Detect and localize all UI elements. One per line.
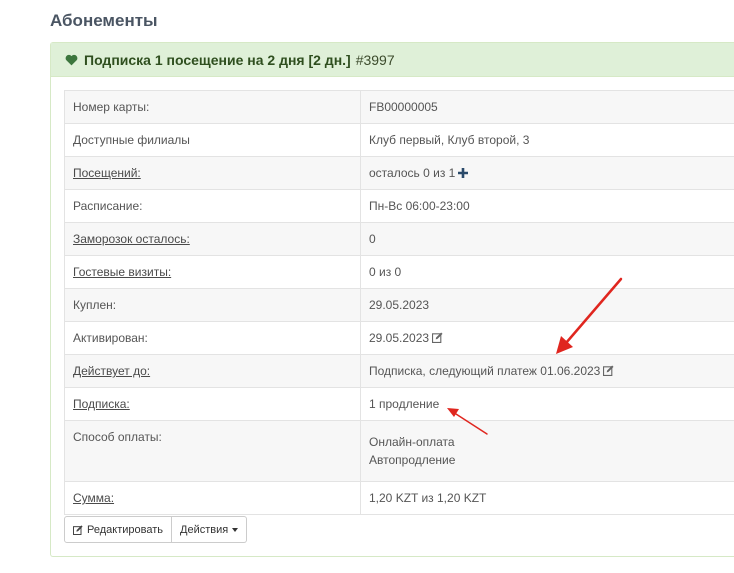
purchased-value: 29.05.2023 bbox=[360, 288, 734, 322]
edit-icon[interactable] bbox=[603, 365, 614, 376]
payment-method-line2: Автопродление bbox=[369, 453, 456, 467]
subscription-value: 1 продление bbox=[360, 387, 734, 421]
payment-method-label: Способ оплаты: bbox=[64, 420, 361, 482]
guest-visits-label-cell: Гостевые визиты: bbox=[64, 255, 361, 289]
table-row: Способ оплаты: Онлайн-оплата Автопродлен… bbox=[64, 420, 734, 482]
edit-icon[interactable] bbox=[432, 332, 443, 343]
edit-button[interactable]: Редактировать bbox=[64, 516, 172, 543]
table-row: Посещений: осталось 0 из 1 bbox=[64, 156, 734, 190]
table-row: Подписка: 1 продление bbox=[64, 387, 734, 421]
payment-method-line1: Онлайн-оплата bbox=[369, 435, 455, 449]
valid-until-value: Подписка, следующий платеж 01.06.2023 bbox=[369, 364, 601, 378]
purchased-label: Куплен: bbox=[64, 288, 361, 322]
freezes-label-cell: Заморозок осталось: bbox=[64, 222, 361, 256]
payment-method-value: Онлайн-оплата Автопродление bbox=[360, 420, 734, 482]
subscription-label-cell: Подписка: bbox=[64, 387, 361, 421]
guest-visits-value: 0 из 0 bbox=[360, 255, 734, 289]
card-number-label: Номер карты: bbox=[64, 90, 361, 124]
heart-icon bbox=[65, 54, 78, 65]
activated-value-cell: 29.05.2023 bbox=[360, 321, 734, 355]
valid-until-value-cell: Подписка, следующий платеж 01.06.2023 bbox=[360, 354, 734, 388]
activated-label: Активирован: bbox=[64, 321, 361, 355]
edit-icon bbox=[73, 524, 83, 535]
schedule-value: Пн-Вс 06:00-23:00 bbox=[360, 189, 734, 223]
visits-value: осталось 0 из 1 bbox=[369, 166, 456, 180]
card-number-value: FB00000005 bbox=[360, 90, 734, 124]
amount-label-cell: Сумма: bbox=[64, 481, 361, 515]
action-button-group: Редактировать Действия bbox=[64, 516, 248, 543]
table-row: Гостевые визиты: 0 из 0 bbox=[64, 255, 734, 289]
activated-value: 29.05.2023 bbox=[369, 331, 430, 345]
chevron-down-icon bbox=[232, 527, 239, 532]
panel-heading-title: Подписка 1 посещение на 2 дня [2 дн.] bbox=[84, 51, 351, 68]
amount-link[interactable]: Сумма: bbox=[73, 491, 114, 505]
details-table-wrap: Номер карты: FB00000005 Доступные филиал… bbox=[64, 90, 734, 515]
table-row: Активирован: 29.05.2023 bbox=[64, 321, 734, 355]
branches-label: Доступные филиалы bbox=[64, 123, 361, 157]
freezes-value: 0 bbox=[360, 222, 734, 256]
schedule-label: Расписание: bbox=[64, 189, 361, 223]
plus-icon[interactable] bbox=[458, 168, 469, 178]
table-row: Доступные филиалы Клуб первый, Клуб втор… bbox=[64, 123, 734, 157]
section-title: Абонементы bbox=[50, 11, 158, 30]
panel-heading: Подписка 1 посещение на 2 дня [2 дн.] #3… bbox=[51, 43, 734, 77]
table-row: Сумма: 1,20 KZT из 1,20 KZT bbox=[64, 481, 734, 515]
table-row: Номер карты: FB00000005 bbox=[64, 90, 734, 124]
table-row: Куплен: 29.05.2023 bbox=[64, 288, 734, 322]
visits-label-cell: Посещений: bbox=[64, 156, 361, 190]
valid-until-link[interactable]: Действует до: bbox=[73, 364, 150, 378]
details-table: Номер карты: FB00000005 Доступные филиал… bbox=[64, 90, 734, 515]
amount-value: 1,20 KZT из 1,20 KZT bbox=[360, 481, 734, 515]
table-row: Расписание: Пн-Вс 06:00-23:00 bbox=[64, 189, 734, 223]
guest-visits-link[interactable]: Гостевые визиты: bbox=[73, 265, 171, 279]
subscription-link[interactable]: Подписка: bbox=[73, 397, 130, 411]
valid-until-label-cell: Действует до: bbox=[64, 354, 361, 388]
subscription-panel: Подписка 1 посещение на 2 дня [2 дн.] #3… bbox=[50, 42, 734, 557]
actions-button-label: Действия bbox=[180, 523, 229, 536]
visits-link[interactable]: Посещений: bbox=[73, 166, 141, 180]
freezes-link[interactable]: Заморозок осталось: bbox=[73, 232, 190, 246]
edit-button-label: Редактировать bbox=[87, 523, 163, 536]
subscription-id: #3997 bbox=[355, 51, 395, 68]
actions-dropdown-button[interactable]: Действия bbox=[172, 516, 248, 543]
table-row: Действует до: Подписка, следующий платеж… bbox=[64, 354, 734, 388]
table-row: Заморозок осталось: 0 bbox=[64, 222, 734, 256]
branches-value: Клуб первый, Клуб второй, 3 bbox=[360, 123, 734, 157]
visits-value-cell: осталось 0 из 1 bbox=[360, 156, 734, 190]
